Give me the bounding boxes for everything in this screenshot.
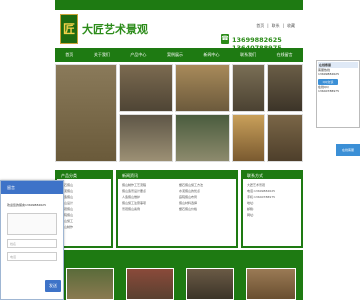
featured-image[interactable] [126, 268, 174, 300]
list-item[interactable]: 塑石假山价格 [179, 206, 232, 212]
image-gallery [55, 64, 303, 164]
message-textarea[interactable] [7, 213, 57, 235]
online-service-panel: 在线客服 客服热线 13699882625 QQ交谈 在线QQ 13640788… [316, 60, 360, 128]
rockery-image[interactable] [119, 114, 173, 162]
phone-icon: ☎ [221, 34, 229, 44]
nav-item[interactable]: 关于我们 [94, 52, 110, 58]
featured-image[interactable] [66, 268, 114, 300]
rockery-image[interactable] [175, 64, 230, 112]
rockery-image[interactable] [232, 114, 265, 162]
send-button[interactable]: 发送 [45, 280, 61, 292]
rockery-image[interactable] [175, 114, 230, 162]
nav-item[interactable]: 案例展示 [167, 52, 183, 58]
dialog-prompt: 欢迎您的留言13699882625 [7, 203, 46, 207]
featured-image[interactable] [186, 268, 234, 300]
top-bar [55, 0, 303, 10]
list-item[interactable]: 假山制作 [61, 224, 107, 230]
dialog-title: 留言 [1, 181, 63, 194]
panel-line: 13640788975 [318, 89, 339, 93]
nav-item[interactable]: 联系我们 [240, 52, 256, 58]
rockery-image[interactable] [232, 64, 265, 112]
list-item: 网址: [247, 213, 255, 217]
rockery-image[interactable] [55, 64, 117, 162]
rockery-image[interactable] [119, 64, 173, 112]
nav-item[interactable]: 在线留言 [277, 52, 293, 58]
top-links: 首页 | 联系 | 收藏 [256, 23, 295, 29]
link-contact[interactable]: 联系 [272, 23, 280, 29]
divider: | [282, 23, 284, 28]
message-dialog: 留言 欢迎您的留言13699882625 姓名 电话 发送 [0, 180, 64, 300]
news-section: 新闻资讯 假山制作工艺流程 塑石假山施工方法 假山造景设计要点 水泥假山的优点 … [116, 170, 238, 248]
float-service-button[interactable]: 在线客服 [336, 144, 360, 156]
list-item[interactable]: 景观假山案例 [122, 206, 175, 212]
section-title: 产品分类 [57, 172, 111, 179]
divider: | [267, 23, 269, 28]
main-nav: 首页 关于我们 产品中心 案例展示 新闻中心 联系我们 在线留言 [55, 48, 303, 62]
panel-line: 13699882625 [318, 72, 339, 76]
brand-title: 大匠艺术景观 [82, 23, 148, 36]
nav-item[interactable]: 首页 [65, 52, 73, 58]
rockery-image[interactable] [267, 114, 303, 162]
nav-item[interactable]: 产品中心 [130, 52, 146, 58]
nav-item[interactable]: 新闻中心 [204, 52, 220, 58]
featured-image[interactable] [246, 268, 296, 300]
logo[interactable]: 匠 [60, 14, 78, 44]
site-header: 匠 大匠艺术景观 首页 | 联系 | 收藏 ☎ 13699882625 1364… [55, 10, 303, 52]
rockery-image[interactable] [267, 64, 303, 112]
page: 匠 大匠艺术景观 首页 | 联系 | 收藏 ☎ 13699882625 1364… [0, 0, 360, 300]
link-bookmark[interactable]: 收藏 [287, 23, 295, 29]
section-title: 联系方式 [243, 172, 301, 179]
link-home[interactable]: 首页 [256, 23, 264, 29]
section-title: 新闻资讯 [118, 172, 236, 179]
phone-input[interactable]: 电话 [7, 252, 57, 261]
name-input[interactable]: 姓名 [7, 239, 57, 248]
contact-section: 联系方式 大匠艺术景观 电话:13699882625 手机:1364078897… [241, 170, 303, 248]
